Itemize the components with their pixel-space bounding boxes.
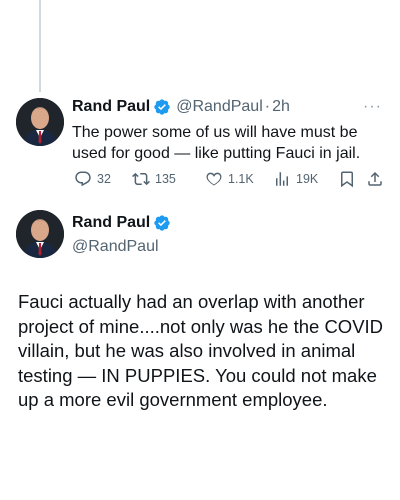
views-button[interactable]: 19K — [273, 170, 318, 188]
like-count: 1.1K — [228, 172, 254, 186]
tweet-actions: 32 135 1.1K 19K — [70, 170, 390, 190]
bookmark-icon — [341, 171, 353, 188]
avatar[interactable] — [16, 210, 64, 258]
author-handle[interactable]: @RandPaul — [72, 238, 159, 256]
retweet-button[interactable]: 135 — [132, 170, 176, 188]
bookmark-button[interactable] — [338, 170, 356, 188]
author-name[interactable]: Rand Paul — [72, 214, 150, 232]
tweet-text: The power some of us will have must be u… — [72, 124, 361, 162]
share-button[interactable] — [366, 170, 384, 188]
avatar[interactable] — [16, 98, 64, 146]
views-icon — [276, 172, 288, 186]
verified-badge-icon — [153, 214, 171, 232]
view-count: 19K — [296, 172, 319, 186]
share-icon — [368, 171, 382, 186]
thread-connector-line — [39, 0, 41, 92]
retweet-count: 135 — [155, 172, 176, 186]
heart-icon — [206, 172, 222, 186]
retweet-icon — [132, 172, 150, 186]
reply-count: 32 — [97, 172, 111, 186]
verified-badge-icon — [153, 98, 171, 116]
timestamp[interactable]: 2h — [272, 98, 290, 116]
separator-dot: · — [264, 98, 271, 115]
more-options-icon[interactable]: ··· — [363, 99, 382, 115]
author-handle[interactable]: @RandPaul — [176, 98, 263, 116]
reply-icon — [75, 171, 91, 187]
like-button[interactable]: 1.1K — [205, 170, 254, 188]
tweet-header: Rand Paul @RandPaul · 2h — [72, 96, 290, 118]
author-name-row: Rand Paul — [72, 214, 171, 232]
reply-button[interactable]: 32 — [74, 170, 111, 188]
tweet-text: Fauci actually had an overlap with anoth… — [18, 291, 384, 410]
author-name[interactable]: Rand Paul — [72, 98, 150, 116]
